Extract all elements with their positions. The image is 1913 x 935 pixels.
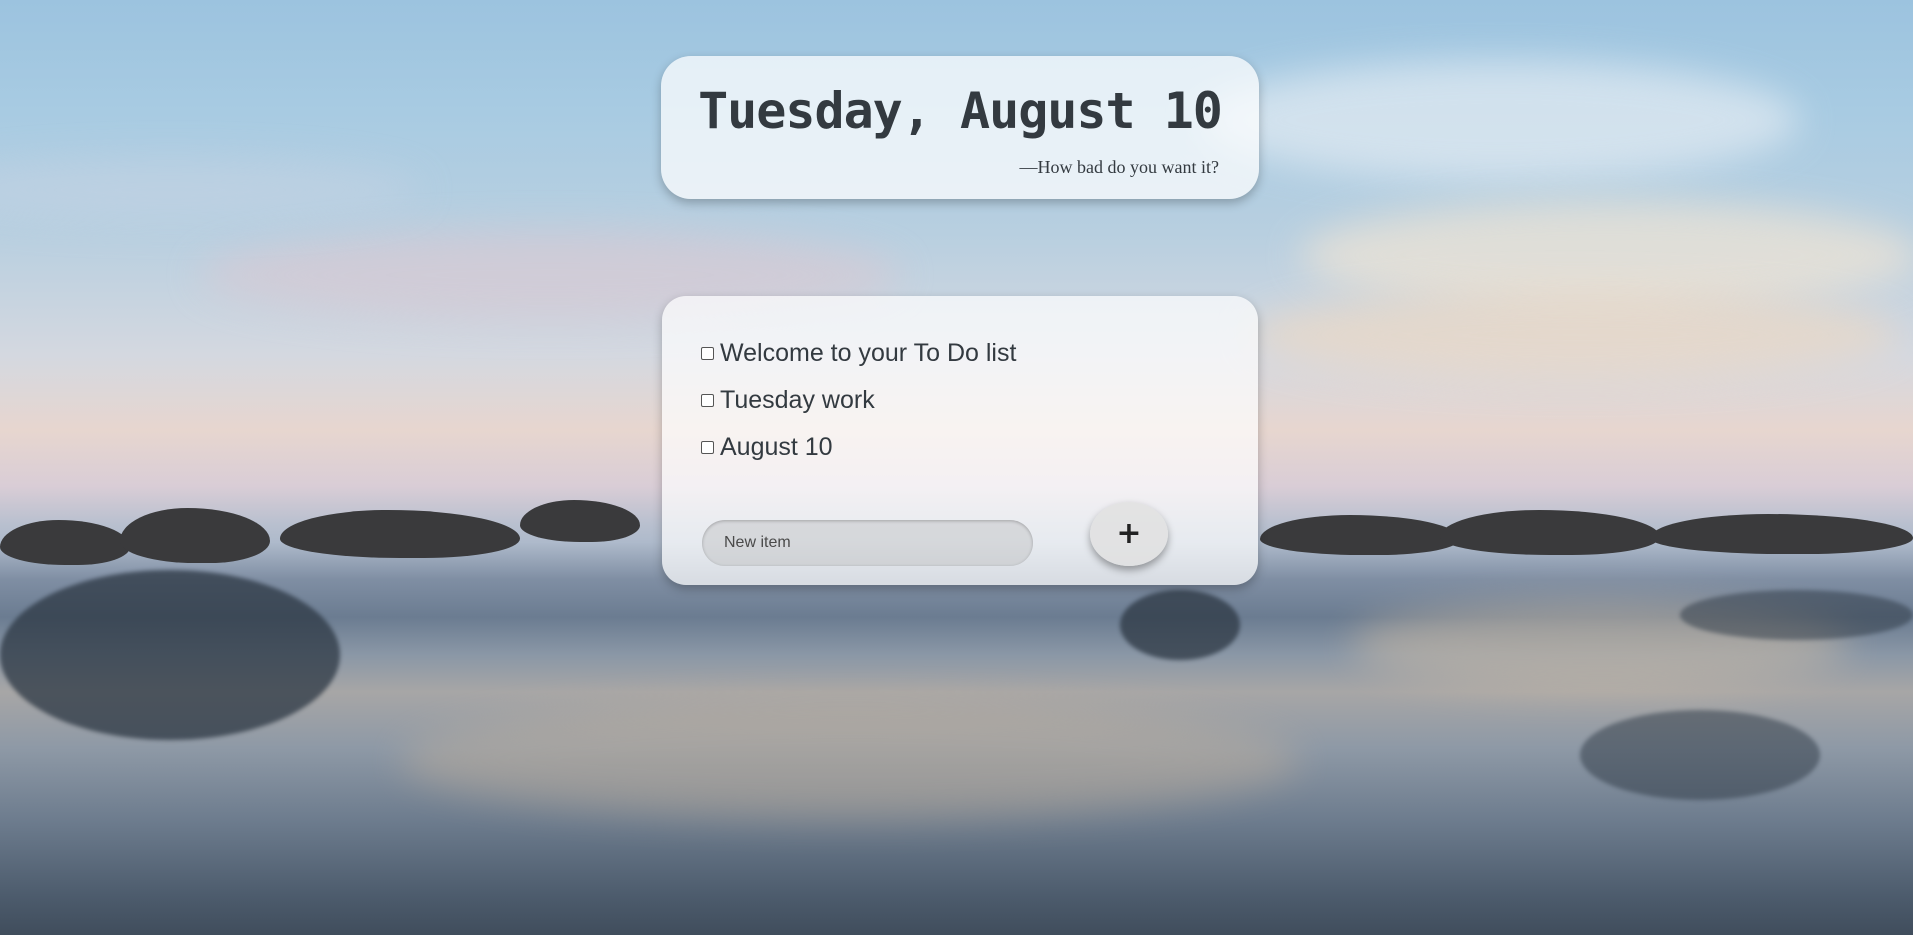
rock bbox=[520, 500, 640, 542]
motivational-quote: —How bad do you want it? bbox=[1019, 157, 1219, 177]
list-item: August 10 bbox=[701, 424, 1016, 471]
rock bbox=[1650, 514, 1913, 554]
todo-item-label: Welcome to your To Do list bbox=[720, 339, 1017, 367]
rock bbox=[0, 520, 130, 565]
cloud bbox=[1250, 290, 1900, 380]
rock-reflection bbox=[0, 570, 340, 740]
new-item-input[interactable] bbox=[702, 520, 1033, 566]
rock bbox=[280, 510, 520, 558]
todo-list: Welcome to your To Do list Tuesday work … bbox=[701, 330, 1016, 471]
todo-checkbox[interactable] bbox=[701, 441, 714, 454]
rock-reflection bbox=[1580, 710, 1820, 800]
todo-checkbox[interactable] bbox=[701, 394, 714, 407]
plus-icon: + bbox=[1116, 516, 1142, 551]
date-title: Tuesday, August 10 bbox=[698, 82, 1223, 140]
cloud bbox=[0, 160, 420, 220]
todo-checkbox[interactable] bbox=[701, 347, 714, 360]
rock-reflection bbox=[1120, 590, 1240, 660]
todo-item-label: Tuesday work bbox=[720, 386, 875, 414]
rock bbox=[1260, 515, 1460, 555]
cloud-reflection bbox=[400, 700, 1300, 820]
rock-reflection bbox=[1680, 590, 1913, 640]
rock bbox=[1440, 510, 1660, 555]
add-item-button[interactable]: + bbox=[1090, 502, 1168, 566]
list-item: Welcome to your To Do list bbox=[701, 330, 1016, 377]
date-header-card: Tuesday, August 10 —How bad do you want … bbox=[661, 56, 1259, 199]
cloud bbox=[1200, 60, 1800, 180]
todo-card: Welcome to your To Do list Tuesday work … bbox=[662, 296, 1258, 585]
rock bbox=[120, 508, 270, 563]
todo-item-label: August 10 bbox=[720, 433, 833, 461]
list-item: Tuesday work bbox=[701, 377, 1016, 424]
